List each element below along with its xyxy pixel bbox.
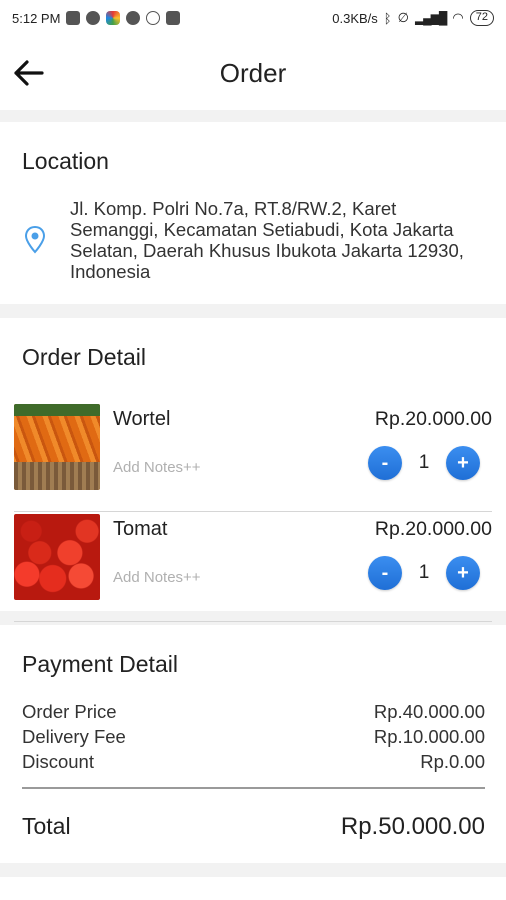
payment-detail-card: Payment Detail Order Price Rp.40.000.00 … <box>0 625 506 863</box>
item-name: Wortel <box>113 408 171 430</box>
item-image-tomato <box>14 514 100 600</box>
payment-value: Rp.0.00 <box>420 751 485 772</box>
order-detail-title: Order Detail <box>22 344 146 370</box>
wifi-icon: ◠ <box>452 10 464 25</box>
payment-label: Delivery Fee <box>22 726 126 747</box>
notification-icon <box>66 11 81 25</box>
battery-icon: 72 <box>469 10 494 26</box>
total-label: Total <box>22 813 71 839</box>
network-speed: 0.3KB/s <box>332 10 378 26</box>
status-time: 5:12 PM <box>12 10 61 26</box>
increment-button[interactable]: + <box>446 556 480 590</box>
location-pin-icon <box>22 226 48 254</box>
payment-value: Rp.40.000.00 <box>373 701 485 722</box>
payment-row-discount: Discount Rp.0.00 <box>22 751 485 773</box>
location-title: Location <box>22 148 109 174</box>
total-value: Rp.50.000.00 <box>340 813 485 840</box>
back-button[interactable] <box>12 56 46 90</box>
quantity-value: 1 <box>418 452 430 473</box>
status-bar: 5:12 PM 0.3KB/s ᛒ ∅ ▂▄▆█ ◠ 72 <box>0 0 506 36</box>
location-card: Location Jl. Komp. Polri No.7a, RT.8/RW.… <box>0 122 506 304</box>
facebook-icon <box>86 11 101 25</box>
decrement-button[interactable]: - <box>368 446 402 480</box>
payment-divider <box>22 787 485 789</box>
bottom-panel <box>0 877 506 900</box>
app-bar: Order <box>0 36 506 110</box>
status-bar-right: 0.3KB/s ᛒ ∅ ▂▄▆█ ◠ 72 <box>332 10 494 26</box>
item-divider <box>14 621 492 622</box>
order-detail-card: Order Detail Wortel Add Notes++ Rp.20.00… <box>0 318 506 622</box>
page-title: Order <box>219 57 287 88</box>
payment-label: Discount <box>22 751 94 772</box>
item-price: Rp.20.000.00 <box>374 518 492 540</box>
quantity-value: 1 <box>418 562 430 583</box>
quantity-stepper: - 1 + <box>368 556 480 590</box>
payment-row-delivery-fee: Delivery Fee Rp.10.000.00 <box>22 726 485 748</box>
item-image-carrot <box>14 404 100 490</box>
payment-detail-title: Payment Detail <box>22 651 178 677</box>
status-bar-left: 5:12 PM <box>12 10 181 26</box>
app-icon <box>106 11 121 25</box>
payment-row-order-price: Order Price Rp.40.000.00 <box>22 701 485 723</box>
total-row: Total Rp.50.000.00 <box>22 813 485 841</box>
b-icon <box>146 11 161 25</box>
item-notes-input[interactable]: Add Notes++ <box>113 459 201 476</box>
payment-value: Rp.10.000.00 <box>373 726 485 747</box>
bluetooth-icon: ᛒ <box>383 10 392 26</box>
location-row[interactable]: Jl. Komp. Polri No.7a, RT.8/RW.2, Karet … <box>22 198 476 282</box>
item-name: Tomat <box>113 518 168 540</box>
alarm-off-icon: ∅ <box>397 10 409 25</box>
increment-button[interactable]: + <box>446 446 480 480</box>
address-text: Jl. Komp. Polri No.7a, RT.8/RW.2, Karet … <box>70 198 464 282</box>
arrow-left-icon <box>14 60 44 86</box>
order-item: Wortel Add Notes++ Rp.20.000.00 - 1 + <box>14 402 492 512</box>
quantity-stepper: - 1 + <box>368 446 480 480</box>
order-item: Tomat Add Notes++ Rp.20.000.00 - 1 + <box>14 512 492 622</box>
decrement-button[interactable]: - <box>368 556 402 590</box>
item-notes-input[interactable]: Add Notes++ <box>113 569 201 586</box>
item-price: Rp.20.000.00 <box>374 408 492 430</box>
dana-icon <box>126 11 141 25</box>
signal-icon: ▂▄▆█ <box>414 11 447 25</box>
payment-label: Order Price <box>22 701 117 722</box>
sigma-icon <box>166 11 181 25</box>
